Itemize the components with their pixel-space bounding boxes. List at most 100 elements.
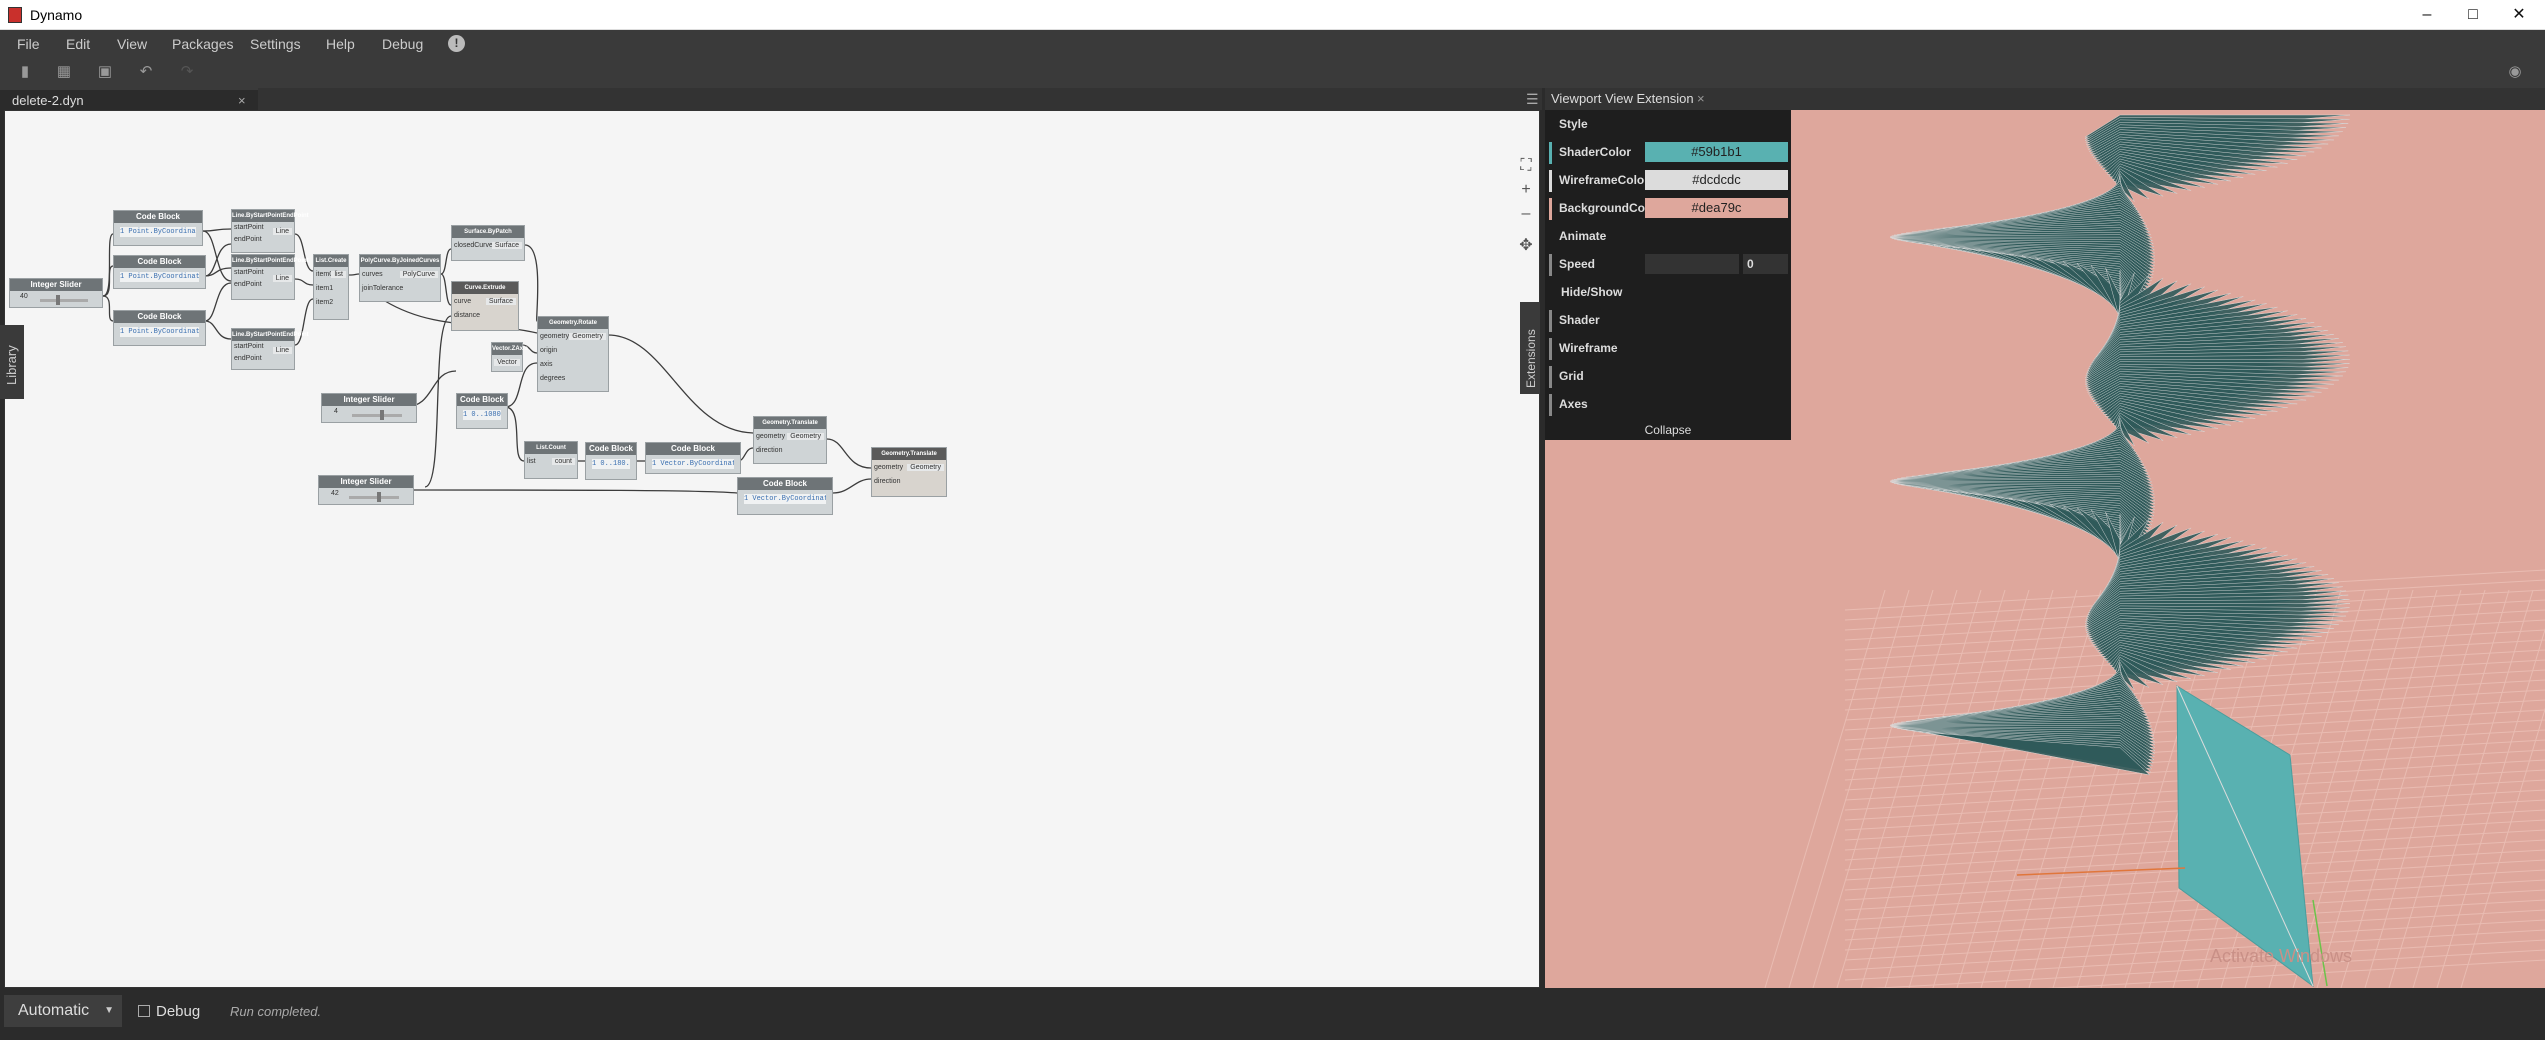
pan-icon[interactable]: ✥ bbox=[1513, 235, 1539, 257]
speed-slider[interactable] bbox=[1645, 254, 1739, 274]
line-by-start-end-node[interactable]: Line.ByStartPointEndPoint startPoint end… bbox=[231, 328, 309, 370]
geometry-translate-node[interactable]: Geometry.Translate geometry direction Ge… bbox=[871, 447, 947, 497]
slider-track[interactable] bbox=[40, 299, 88, 302]
close-window-button[interactable]: ✕ bbox=[2496, 0, 2542, 30]
maximize-button[interactable]: □ bbox=[2450, 0, 2496, 30]
zoom-out-icon[interactable]: – bbox=[1513, 203, 1539, 225]
code-block-node[interactable]: Code Block 1 Vector.ByCoordinates(0,0,x)… bbox=[645, 442, 741, 474]
info-icon[interactable]: ! bbox=[448, 35, 465, 52]
slider-value: 42 bbox=[331, 490, 339, 497]
toggle-shader[interactable]: Shader bbox=[1545, 306, 1791, 334]
geometry-rotate-node[interactable]: Geometry.Rotate geometry origin axis deg… bbox=[537, 316, 609, 392]
code-block-node[interactable]: Code Block 1 0..180..#; bbox=[585, 442, 637, 480]
tab-label: delete-2.dyn bbox=[12, 93, 84, 108]
code-block-text[interactable]: 1 0..1080..#; bbox=[463, 410, 501, 420]
code-block-node[interactable]: Code Block 1 Point.ByCoordinates(1,5,0); bbox=[113, 210, 203, 246]
toggle-axes[interactable]: Axes bbox=[1545, 390, 1791, 418]
zoom-fit-icon[interactable]: ⛶ bbox=[1513, 155, 1539, 177]
line-by-start-end-node[interactable]: Line.ByStartPointEndPoint startPoint end… bbox=[231, 209, 309, 253]
polycurve-by-joined-curves-node[interactable]: PolyCurve.ByJoinedCurves curves joinTole… bbox=[359, 254, 441, 302]
integer-slider-node[interactable]: Integer Slider 4 bbox=[321, 393, 417, 423]
menu-file[interactable]: File bbox=[17, 36, 40, 52]
menu-edit[interactable]: Edit bbox=[66, 36, 90, 52]
animate-section[interactable]: Animate bbox=[1545, 222, 1791, 250]
chevron-down-icon: ▼ bbox=[104, 1005, 114, 1016]
slider-track[interactable] bbox=[352, 414, 402, 417]
shader-color-row: ShaderColor #59b1b1 bbox=[1545, 138, 1791, 166]
save-icon[interactable]: ▣ bbox=[96, 64, 114, 80]
status-bar: Automatic ▼ Debug Run completed. bbox=[0, 988, 2545, 1040]
menu-settings[interactable]: Settings bbox=[250, 36, 301, 52]
slider-knob[interactable] bbox=[56, 295, 60, 305]
slider-track[interactable] bbox=[349, 496, 399, 499]
graph-canvas[interactable]: Code Block 1 Point.ByCoordinates(1,5,0);… bbox=[4, 110, 1540, 988]
menu-bar: File Edit View Packages Settings Help De… bbox=[0, 30, 2545, 58]
code-block-text[interactable]: 1 0..180..#; bbox=[592, 459, 630, 469]
speed-row: Speed 0 bbox=[1545, 250, 1791, 278]
code-block-node[interactable]: Code Block 1 0..1080..#; bbox=[456, 393, 508, 429]
menu-packages[interactable]: Packages bbox=[172, 36, 233, 52]
wireframe-color-swatch[interactable]: #dcdcdc bbox=[1645, 170, 1788, 190]
slider-knob[interactable] bbox=[380, 410, 384, 420]
code-block-node[interactable]: Code Block 1 Point.ByCoordinates(1,5,0); bbox=[113, 255, 206, 289]
wireframe-color-row: WireframeColor #dcdcdc bbox=[1545, 166, 1791, 194]
vector-z-axis-node[interactable]: Vector.ZAxis Vector bbox=[491, 342, 528, 372]
code-block-text[interactable]: 1 Point.ByCoordinates(1,5,0); bbox=[120, 227, 196, 237]
surface-by-patch-node[interactable]: Surface.ByPatch closedCurve Surface bbox=[451, 225, 525, 261]
list-create-node[interactable]: List.Create item0 item1 item2 list bbox=[313, 254, 349, 320]
menu-debug[interactable]: Debug bbox=[382, 36, 423, 52]
library-side-tab[interactable]: Library bbox=[0, 325, 24, 399]
collapse-button[interactable]: Collapse bbox=[1545, 420, 1791, 440]
extensions-side-tab[interactable]: Extensions bbox=[1520, 302, 1540, 394]
run-status-text: Run completed. bbox=[230, 1004, 322, 1019]
minimize-button[interactable]: – bbox=[2404, 0, 2450, 30]
integer-slider-node[interactable]: Integer Slider 42 bbox=[318, 475, 414, 505]
viewport-extension-tab[interactable]: Viewport View Extension × bbox=[1545, 88, 2545, 110]
undo-icon[interactable]: ↶ bbox=[137, 64, 155, 80]
title-bar: Dynamo – □ ✕ bbox=[0, 0, 2545, 30]
tab-menu-icon[interactable]: ☰ bbox=[1526, 91, 1539, 108]
hide-show-section[interactable]: Hide/Show bbox=[1545, 278, 1791, 306]
close-viewport-icon[interactable]: × bbox=[1697, 88, 1705, 110]
open-file-icon[interactable]: ▦ bbox=[55, 64, 73, 80]
workspace-tab-row: delete-2.dyn × ☰ bbox=[0, 88, 1542, 110]
slider-value: 40 bbox=[20, 293, 28, 300]
curve-extrude-node[interactable]: Curve.Extrude curve distance Surface bbox=[451, 281, 519, 331]
checkbox-box bbox=[138, 1005, 150, 1017]
menu-view[interactable]: View bbox=[117, 36, 147, 52]
line-by-start-end-node[interactable]: Line.ByStartPointEndPoint startPoint end… bbox=[231, 254, 309, 300]
slider-value: 4 bbox=[334, 408, 338, 415]
code-block-node[interactable]: Code Block 1 Point.ByCoordinates(1,1,0); bbox=[113, 310, 206, 346]
menu-help[interactable]: Help bbox=[326, 36, 355, 52]
background-color-swatch[interactable]: #dea79c bbox=[1645, 198, 1788, 218]
style-section[interactable]: Style bbox=[1545, 110, 1791, 138]
geometry-translate-node[interactable]: Geometry.Translate geometry direction Ge… bbox=[753, 416, 827, 464]
zoom-in-icon[interactable]: + bbox=[1513, 179, 1539, 201]
toolbar: ▮ ▦ ▣ ↶ ↷ ◉ bbox=[0, 58, 2545, 88]
toggle-grid[interactable]: Grid bbox=[1545, 362, 1791, 390]
background-color-row: BackgroundColor #dea79c bbox=[1545, 194, 1791, 222]
run-mode-dropdown[interactable]: Automatic ▼ bbox=[4, 995, 122, 1027]
debug-checkbox[interactable]: Debug bbox=[138, 1003, 200, 1020]
window-title: Dynamo bbox=[30, 7, 83, 23]
new-file-icon[interactable]: ▮ bbox=[16, 64, 34, 80]
list-count-node[interactable]: List.Count list count bbox=[524, 441, 578, 479]
close-tab-icon[interactable]: × bbox=[238, 90, 246, 112]
slider-knob[interactable] bbox=[377, 492, 381, 502]
toggle-wireframe[interactable]: Wireframe bbox=[1545, 334, 1791, 362]
code-block-text[interactable]: 1 Point.ByCoordinates(1,5,0); bbox=[120, 272, 199, 282]
speed-input[interactable]: 0 bbox=[1743, 254, 1788, 274]
dynamo-app-icon bbox=[8, 7, 22, 23]
activate-windows-watermark: Activate Windows bbox=[2210, 946, 2353, 966]
shader-color-swatch[interactable]: #59b1b1 bbox=[1645, 142, 1788, 162]
code-block-text[interactable]: 1 Vector.ByCoordinates(0,0,x); bbox=[744, 494, 826, 504]
code-block-node[interactable]: Code Block 1 Vector.ByCoordinates(0,0,x)… bbox=[737, 477, 833, 515]
tab-delete-2[interactable]: delete-2.dyn × bbox=[0, 88, 258, 110]
redo-icon[interactable]: ↷ bbox=[178, 64, 196, 80]
integer-slider-node[interactable]: Integer Slider 40 bbox=[9, 278, 103, 308]
3d-viewport[interactable]: Style ShaderColor #59b1b1 WireframeColor… bbox=[1545, 110, 2545, 988]
code-block-text[interactable]: 1 Point.ByCoordinates(1,1,0); bbox=[120, 327, 199, 337]
code-block-text[interactable]: 1 Vector.ByCoordinates(0,0,x); bbox=[652, 459, 734, 469]
camera-icon[interactable]: ◉ bbox=[2506, 64, 2524, 80]
viewport-settings-panel: Style ShaderColor #59b1b1 WireframeColor… bbox=[1545, 110, 1791, 440]
